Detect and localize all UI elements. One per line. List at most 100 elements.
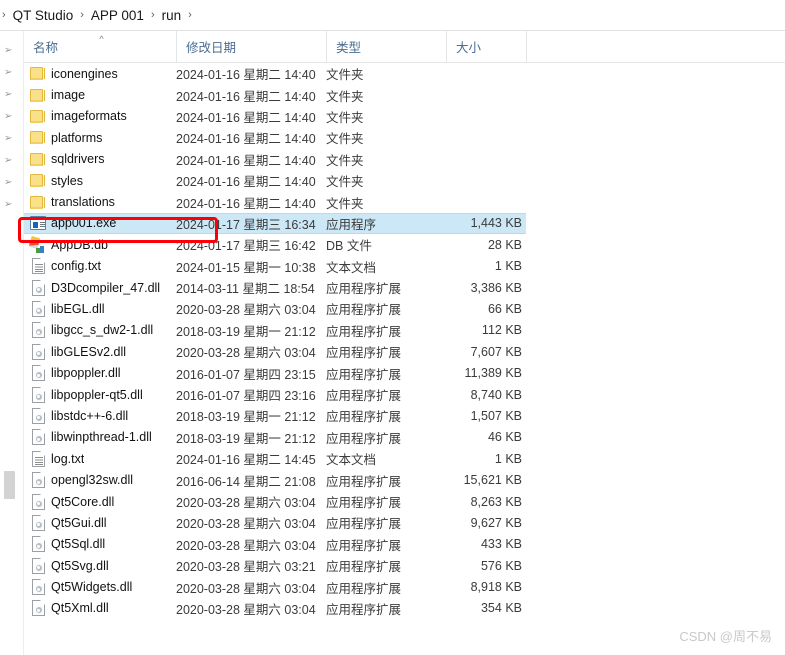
- dll-icon: [29, 279, 47, 297]
- sort-ascending-caret-icon: ^: [99, 34, 104, 44]
- tree-expand-arrow-icon[interactable]: ➢: [4, 45, 15, 56]
- file-size-cell: 9,627 KB: [470, 515, 522, 530]
- file-row[interactable]: opengl32sw.dll 2016-06-14 星期二 21:08 应用程序扩展…: [24, 469, 526, 490]
- file-row[interactable]: libGLESv2.dll 2020-03-28 星期六 03:04 应用程序扩展 7…: [24, 341, 526, 362]
- file-row[interactable]: sqldrivers 2024-01-16 星期二 14:40 文件夹: [24, 149, 526, 170]
- file-name-cell: libEGL.dll: [51, 301, 105, 316]
- dll-icon: [29, 578, 47, 596]
- file-type-cell: 文件夹: [326, 89, 364, 104]
- dll-icon: [29, 364, 47, 382]
- file-name-cell: sqldrivers: [51, 152, 105, 167]
- file-type-cell: 应用程序扩展: [326, 324, 402, 339]
- file-row[interactable]: iconengines 2024-01-16 星期二 14:40 文件夹: [24, 63, 526, 84]
- dll-icon: [29, 321, 47, 339]
- file-size-cell: 8,918 KB: [470, 580, 522, 595]
- column-header-date-modified[interactable]: 修改日期: [176, 31, 326, 62]
- file-name-cell: libpoppler-qt5.dll: [51, 387, 143, 402]
- file-size-cell: 8,263 KB: [470, 494, 522, 509]
- file-date-cell: 2024-01-16 星期二 14:40: [176, 153, 316, 168]
- file-row[interactable]: libgcc_s_dw2-1.dll 2018-03-19 星期一 21:12 应用…: [24, 320, 526, 341]
- file-name-cell: config.txt: [51, 259, 102, 274]
- file-date-cell: 2020-03-28 星期六 03:04: [176, 602, 316, 617]
- file-row[interactable]: image 2024-01-16 星期二 14:40 文件夹: [24, 84, 526, 105]
- file-size-cell: 354 KB: [480, 601, 522, 616]
- file-row[interactable]: platforms 2024-01-16 星期二 14:40 文件夹: [24, 127, 526, 148]
- file-type-cell: 应用程序扩展: [326, 389, 402, 404]
- tree-expand-arrow-icon[interactable]: ➢: [4, 89, 15, 100]
- file-row[interactable]: log.txt 2024-01-16 星期二 14:45 文本文档 1 KB: [24, 448, 526, 469]
- file-name-cell: log.txt: [51, 451, 85, 466]
- file-type-cell: 应用程序扩展: [326, 303, 402, 318]
- file-row[interactable]: translations 2024-01-16 星期二 14:40 文件夹: [24, 191, 526, 212]
- breadcrumb-item-app-001[interactable]: APP 001: [89, 7, 146, 24]
- file-date-cell: 2024-01-16 星期二 14:40: [176, 89, 316, 104]
- folder-icon: [29, 107, 47, 125]
- chevron-right-icon[interactable]: ›: [183, 9, 197, 21]
- breadcrumb-item-run[interactable]: run: [160, 7, 184, 24]
- breadcrumb-item-qt-studio[interactable]: QT Studio: [11, 7, 76, 24]
- file-type-cell: DB 文件: [326, 239, 372, 254]
- file-type-cell: 应用程序扩展: [326, 431, 402, 446]
- file-date-cell: 2016-01-07 星期四 23:16: [176, 389, 316, 404]
- file-row[interactable]: Qt5Core.dll 2020-03-28 星期六 03:04 应用程序扩展 8,2…: [24, 491, 526, 512]
- file-name-cell: app001.exe: [51, 216, 117, 231]
- file-date-cell: 2020-03-28 星期六 03:21: [176, 560, 316, 575]
- file-row[interactable]: imageformats 2024-01-16 星期二 14:40 文件夹: [24, 106, 526, 127]
- chevron-right-icon[interactable]: ›: [75, 9, 89, 21]
- file-size-cell: 1,507 KB: [470, 408, 522, 423]
- dll-icon: [29, 407, 47, 425]
- file-row[interactable]: Qt5Widgets.dll 2020-03-28 星期六 03:04 应用程序扩展…: [24, 576, 526, 597]
- column-header-type[interactable]: 类型: [326, 31, 446, 62]
- file-row[interactable]: Qt5Sql.dll 2020-03-28 星期六 03:04 应用程序扩展 433 …: [24, 534, 526, 555]
- file-date-cell: 2020-03-28 星期六 03:04: [176, 581, 316, 596]
- file-type-cell: 应用程序扩展: [326, 367, 402, 382]
- file-type-cell: 应用程序扩展: [326, 581, 402, 596]
- file-row[interactable]: Qt5Gui.dll 2020-03-28 星期六 03:04 应用程序扩展 9,62…: [24, 512, 526, 533]
- file-name-cell: Qt5Gui.dll: [51, 515, 107, 530]
- column-header-size[interactable]: 大小: [446, 31, 526, 62]
- file-name-cell: styles: [51, 173, 83, 188]
- vertical-scrollbar-thumb[interactable]: [4, 471, 15, 499]
- file-size-cell: 1 KB: [494, 451, 522, 466]
- dll-icon: [29, 514, 47, 532]
- file-name-cell: opengl32sw.dll: [51, 473, 134, 488]
- dll-icon: [29, 428, 47, 446]
- tree-expand-arrow-icon[interactable]: ➢: [4, 155, 15, 166]
- file-type-cell: 应用程序: [326, 217, 377, 232]
- file-date-cell: 2020-03-28 星期六 03:04: [176, 517, 316, 532]
- folder-icon: [29, 65, 47, 83]
- file-row[interactable]: libstdc++-6.dll 2018-03-19 星期一 21:12 应用程序扩…: [24, 405, 526, 426]
- tree-expand-arrow-icon[interactable]: ➢: [4, 67, 15, 78]
- file-name-cell: platforms: [51, 130, 103, 145]
- dll-icon: [29, 599, 47, 617]
- file-size-cell: 3,386 KB: [470, 280, 522, 295]
- dll-icon: [29, 300, 47, 318]
- file-type-cell: 文件夹: [326, 153, 364, 168]
- file-row[interactable]: D3Dcompiler_47.dll 2014-03-11 星期二 18:54 应用…: [24, 277, 526, 298]
- chevron-right-icon[interactable]: ›: [146, 9, 160, 21]
- tree-expand-arrow-icon[interactable]: ➢: [4, 111, 15, 122]
- folder-icon: [29, 193, 47, 211]
- tree-expand-arrow-icon[interactable]: ➢: [4, 133, 15, 144]
- file-row[interactable]: libEGL.dll 2020-03-28 星期六 03:04 应用程序扩展 66 K…: [24, 298, 526, 319]
- file-row[interactable]: libwinpthread-1.dll 2018-03-19 星期一 21:12 应…: [24, 427, 526, 448]
- file-row[interactable]: app001.exe 2024-01-17 星期三 16:34 应用程序 1,443 …: [24, 212, 526, 235]
- file-row[interactable]: config.txt 2024-01-15 星期一 10:38 文本文档 1 KB: [24, 256, 526, 277]
- file-row[interactable]: libpoppler-qt5.dll 2016-01-07 星期四 23:16 应用…: [24, 384, 526, 405]
- file-row[interactable]: Qt5Xml.dll 2020-03-28 星期六 03:04 应用程序扩展 354 …: [24, 598, 526, 619]
- text-doc-icon: [29, 450, 47, 468]
- file-size-cell: 1 KB: [494, 259, 522, 274]
- file-name-cell: libpoppler.dll: [51, 366, 121, 381]
- file-date-cell: 2018-03-19 星期一 21:12: [176, 431, 316, 446]
- file-row[interactable]: Qt5Svg.dll 2020-03-28 星期六 03:21 应用程序扩展 576 …: [24, 555, 526, 576]
- file-row[interactable]: libpoppler.dll 2016-01-07 星期四 23:15 应用程序扩展…: [24, 362, 526, 383]
- file-size-cell: 433 KB: [480, 537, 522, 552]
- file-row[interactable]: AppDB.db 2024-01-17 星期三 16:42 DB 文件 28 KB: [24, 234, 526, 255]
- file-row[interactable]: styles 2024-01-16 星期二 14:40 文件夹: [24, 170, 526, 191]
- tree-expand-arrow-icon[interactable]: ➢: [4, 199, 15, 210]
- db-icon: [28, 235, 47, 254]
- chevron-right-icon: ›: [2, 8, 6, 21]
- tree-expand-arrow-icon[interactable]: ➢: [4, 177, 15, 188]
- file-type-cell: 应用程序扩展: [326, 346, 402, 361]
- dll-icon: [29, 386, 47, 404]
